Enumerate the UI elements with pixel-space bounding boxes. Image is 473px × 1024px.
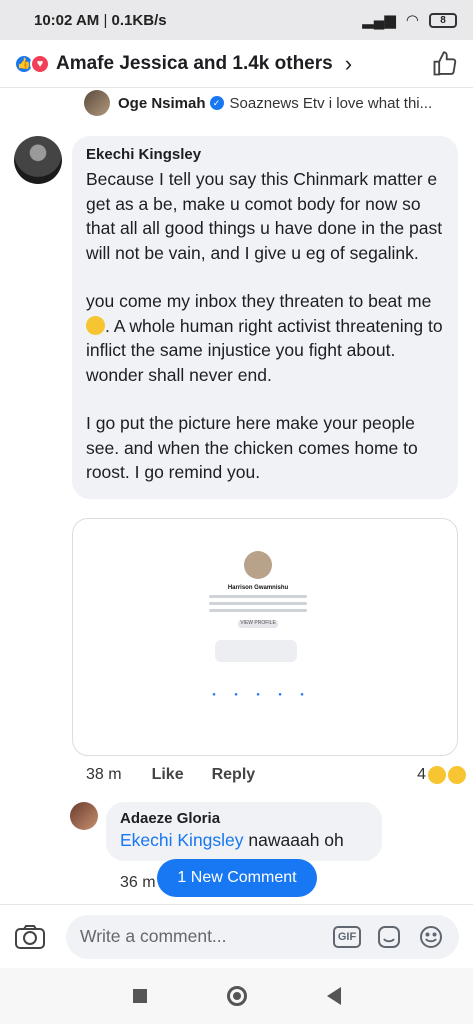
signal-icon: ▂▄▆ <box>362 12 396 29</box>
like-button[interactable]: Like <box>152 766 184 784</box>
screenshot-message <box>215 640 297 662</box>
recents-icon[interactable] <box>132 989 147 1003</box>
attached-image[interactable]: Harrison Gwamnishu VIEW PROFILE ● ● ● ● ● <box>72 518 458 756</box>
comment-paragraph: I go put the picture here make your peop… <box>86 413 418 482</box>
system-nav-bar <box>0 968 473 1024</box>
thumbs-up-icon[interactable] <box>431 50 459 78</box>
network-speed: 0.1KB/s <box>111 11 167 29</box>
wifi-icon: ◠ <box>405 12 419 29</box>
gif-icon: GIF <box>333 925 361 948</box>
status-bar: 10:02 AM | 0.1KB/s ▂▄▆ ◠ 8 <box>0 0 473 40</box>
reply-button[interactable]: Reply <box>212 766 256 784</box>
reaction-icons: 👍 ♥ <box>14 53 50 74</box>
screenshot-line <box>209 595 307 598</box>
comment-paragraph: Because I tell you say this Chinmark mat… <box>86 169 443 263</box>
screenshot-line <box>209 602 307 605</box>
chevron-right-icon[interactable]: › <box>345 51 352 77</box>
comment-reactions[interactable]: 4 <box>417 766 466 784</box>
status-time: 10:02 AM <box>34 11 100 29</box>
reactions-summary[interactable]: Amafe Jessica and 1.4k others <box>56 53 333 75</box>
new-comment-button[interactable]: 1 New Comment <box>157 859 317 897</box>
comment-input[interactable]: Write a comment... GIF <box>66 914 459 959</box>
love-reaction-icon: ♥ <box>30 53 50 74</box>
screenshot-content: Harrison Gwamnishu VIEW PROFILE ● ● ● ● ● <box>203 525 313 749</box>
reaction-count: 4 <box>417 766 426 783</box>
comment-paragraph: you come my inbox they threaten to beat … <box>86 289 446 387</box>
screenshot-toolbar: ● ● ● ● ● <box>212 692 304 698</box>
wow-reaction-icon <box>448 766 466 784</box>
battery-icon: 8 <box>429 12 457 28</box>
sticker-icon[interactable] <box>375 923 403 951</box>
screenshot-avatar <box>244 551 272 579</box>
status-icons: ▂▄▆ ◠ 8 <box>362 11 457 29</box>
mention-link[interactable]: Ekechi Kingsley <box>120 830 244 850</box>
home-icon[interactable] <box>226 986 247 1006</box>
reply-preview[interactable]: Oge Nsimah ✓ Soaznews Etv i love what th… <box>84 90 432 116</box>
camera-icon[interactable] <box>14 924 46 950</box>
reactions-header[interactable]: 👍 ♥ Amafe Jessica and 1.4k others › <box>0 40 473 88</box>
reply-preview-snippet: Soaznews Etv i love what thi... <box>229 94 433 112</box>
gif-button[interactable]: GIF <box>333 923 361 951</box>
avatar <box>84 90 110 116</box>
reply-preview-name[interactable]: Oge Nsimah <box>118 95 206 112</box>
verified-badge-icon: ✓ <box>209 96 224 110</box>
comment-text: you come my inbox they threaten to beat … <box>86 291 432 311</box>
screenshot-profile-name: Harrison Gwamnishu <box>227 585 289 591</box>
reply-author[interactable]: Adaeze Gloria <box>120 810 368 827</box>
back-icon[interactable] <box>326 987 341 1005</box>
comment-composer: Write a comment... GIF <box>0 904 473 968</box>
status-separator: | <box>99 11 112 29</box>
screenshot-line <box>209 609 307 612</box>
avatar[interactable] <box>70 802 98 830</box>
comment-author[interactable]: Ekechi Kingsley <box>86 146 446 163</box>
screenshot-button: VIEW PROFILE <box>238 620 278 628</box>
laughing-emoji-icon <box>86 315 105 335</box>
avatar[interactable] <box>14 136 62 184</box>
reply-text: Ekechi Kingsley nawaaah oh <box>120 830 368 851</box>
comment-actions: 38 m Like Reply 4 <box>86 766 466 784</box>
emoji-icon[interactable] <box>417 923 445 951</box>
comment-input-placeholder: Write a comment... <box>80 926 227 946</box>
reply-time: 36 m <box>120 874 156 891</box>
comment-text: . A whole human right activist threateni… <box>86 315 443 385</box>
haha-reaction-icon <box>428 766 446 784</box>
reply-body: nawaaah oh <box>243 830 344 850</box>
comment-time: 38 m <box>86 766 122 783</box>
reply-bubble: Adaeze Gloria Ekechi Kingsley nawaaah oh <box>106 802 382 861</box>
comment-bubble: Ekechi Kingsley Because I tell you say t… <box>72 136 458 499</box>
